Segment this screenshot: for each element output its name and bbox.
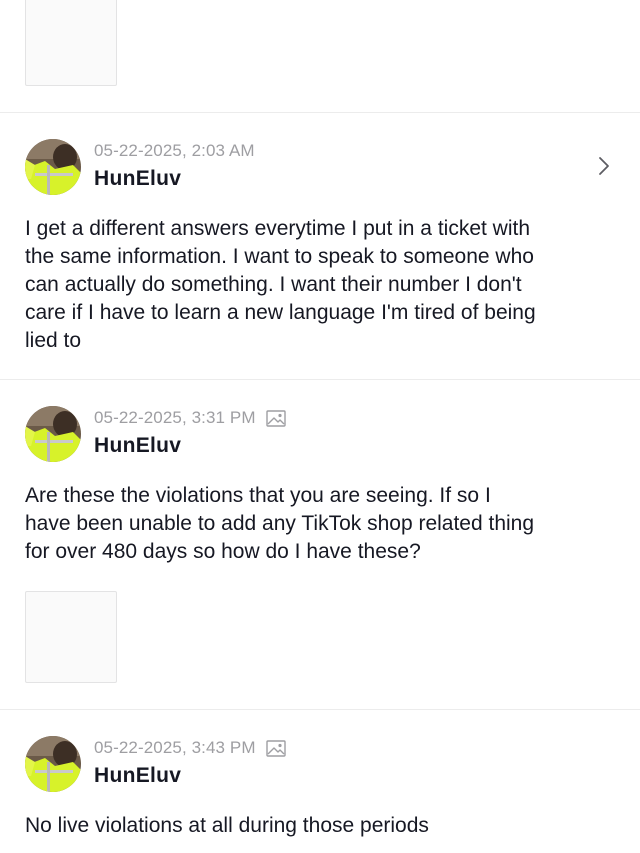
avatar[interactable] <box>25 139 81 195</box>
image-attachment-thumbnail[interactable] <box>25 591 117 683</box>
avatar-image <box>25 139 81 195</box>
chevron-right-icon[interactable] <box>596 153 612 179</box>
message-text: No live violations at all during those p… <box>25 814 429 837</box>
message-divider <box>0 112 640 113</box>
message-username[interactable]: HunEluv <box>94 167 181 191</box>
message-meta: 05-22-2025, 3:43 PM <box>94 738 286 758</box>
message-text: Are these the violations that you are se… <box>25 484 535 563</box>
message-timestamp: 05-22-2025, 2:03 AM <box>94 141 255 160</box>
message-text: I get a different answers everytime I pu… <box>25 217 536 352</box>
message-timestamp: 05-22-2025, 3:31 PM <box>94 408 256 427</box>
image-icon <box>265 739 286 757</box>
message-username[interactable]: HunEluv <box>94 434 181 458</box>
message-divider <box>0 379 640 380</box>
message-divider <box>0 709 640 710</box>
avatar-image <box>25 406 81 462</box>
avatar[interactable] <box>25 736 81 792</box>
message-username[interactable]: HunEluv <box>94 764 181 788</box>
image-icon <box>265 409 286 427</box>
image-attachment-thumbnail[interactable] <box>25 0 117 86</box>
message-meta: 05-22-2025, 3:31 PM <box>94 408 286 428</box>
message-meta: 05-22-2025, 2:03 AM <box>94 141 255 161</box>
message-timestamp: 05-22-2025, 3:43 PM <box>94 738 256 757</box>
avatar[interactable] <box>25 406 81 462</box>
avatar-image <box>25 736 81 792</box>
